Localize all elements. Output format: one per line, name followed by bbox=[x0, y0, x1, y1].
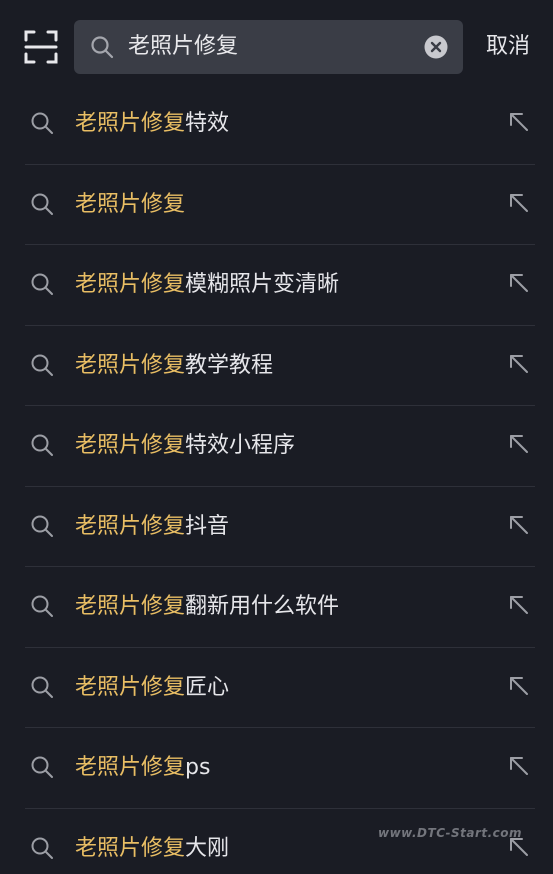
search-box[interactable] bbox=[74, 20, 463, 74]
suggestion-text: 老照片修复教学教程 bbox=[75, 348, 273, 384]
suggestion-text: 老照片修复特效小程序 bbox=[75, 428, 295, 464]
suggestion-text: 老照片修复 bbox=[75, 187, 185, 223]
suggestion-text: 老照片修复翻新用什么软件 bbox=[75, 589, 339, 625]
search-icon bbox=[30, 433, 54, 457]
suggestion-item[interactable]: 老照片修复 bbox=[0, 165, 553, 245]
suggestion-rest: 匠心 bbox=[185, 674, 230, 700]
suggestion-item[interactable]: 老照片修复匠心 bbox=[0, 648, 553, 728]
suggestion-list: 老照片修复特效 老照片修复 老照片修复模糊照片变清晰 老照片修复教学教程 老照片… bbox=[0, 84, 553, 874]
search-input[interactable] bbox=[128, 20, 408, 74]
suggestion-item[interactable]: 老照片修复特效 bbox=[0, 84, 553, 165]
arrow-up-left-icon[interactable] bbox=[506, 109, 532, 135]
search-header: 取消 bbox=[0, 0, 553, 96]
suggestion-item[interactable]: 老照片修复翻新用什么软件 bbox=[0, 567, 553, 648]
suggestion-item[interactable]: 老照片修复模糊照片变清晰 bbox=[0, 245, 553, 326]
suggestion-highlight: 老照片修复 bbox=[75, 272, 186, 297]
watermark: www.DTC-Start.com bbox=[378, 826, 523, 840]
suggestion-rest: ps bbox=[185, 755, 211, 780]
suggestion-item[interactable]: 老照片修复特效小程序 bbox=[0, 406, 553, 487]
search-screen: 取消 老照片修复特效 老照片修复 bbox=[0, 0, 553, 874]
suggestion-highlight: 老照片修复 bbox=[75, 835, 186, 861]
arrow-up-left-icon[interactable] bbox=[506, 673, 532, 699]
suggestion-text: 老照片修复模糊照片变清晰 bbox=[75, 267, 339, 303]
suggestion-highlight: 老照片修复 bbox=[75, 513, 186, 539]
suggestion-item[interactable]: 老照片修复抖音 bbox=[0, 487, 553, 567]
arrow-up-left-icon[interactable] bbox=[506, 431, 532, 457]
suggestion-highlight: 老照片修复 bbox=[75, 674, 186, 700]
suggestion-text: 老照片修复匠心 bbox=[75, 670, 229, 706]
suggestion-text: 老照片修复特效 bbox=[75, 106, 229, 142]
suggestion-item[interactable]: 老照片修复大刚 bbox=[0, 809, 553, 874]
suggestion-highlight: 老照片修复 bbox=[75, 111, 186, 136]
suggestion-text: 老照片修复抖音 bbox=[75, 509, 229, 545]
arrow-up-left-icon[interactable] bbox=[506, 753, 532, 779]
suggestion-rest: 抖音 bbox=[185, 513, 230, 539]
scan-icon[interactable] bbox=[24, 30, 58, 64]
search-icon bbox=[30, 594, 54, 618]
suggestion-highlight: 老照片修复 bbox=[75, 594, 186, 619]
suggestion-highlight: 老照片修复 bbox=[75, 755, 186, 780]
arrow-up-left-icon[interactable] bbox=[506, 351, 532, 377]
search-icon bbox=[30, 675, 54, 699]
arrow-up-left-icon[interactable] bbox=[506, 270, 532, 296]
cancel-button[interactable]: 取消 bbox=[486, 28, 530, 66]
suggestion-text: 老照片修复大刚 bbox=[75, 831, 229, 867]
suggestion-text: 老照片修复ps bbox=[75, 750, 210, 786]
search-icon bbox=[90, 35, 114, 59]
search-icon bbox=[30, 111, 54, 135]
search-icon bbox=[30, 272, 54, 296]
search-icon bbox=[30, 353, 54, 377]
search-icon bbox=[30, 192, 54, 216]
arrow-up-left-icon[interactable] bbox=[506, 592, 532, 618]
suggestion-highlight: 老照片修复 bbox=[75, 433, 186, 458]
search-icon bbox=[30, 514, 54, 538]
arrow-up-left-icon[interactable] bbox=[506, 512, 532, 538]
suggestion-rest: 大刚 bbox=[185, 835, 230, 861]
suggestion-rest: 特效 bbox=[185, 111, 230, 136]
suggestion-highlight: 老照片修复 bbox=[75, 191, 186, 217]
suggestion-rest: 特效小程序 bbox=[185, 433, 296, 458]
clear-icon[interactable] bbox=[424, 35, 448, 59]
search-icon bbox=[30, 755, 54, 779]
suggestion-highlight: 老照片修复 bbox=[75, 352, 186, 378]
suggestion-rest: 教学教程 bbox=[185, 352, 274, 378]
suggestion-rest: 翻新用什么软件 bbox=[185, 594, 340, 619]
suggestion-item[interactable]: 老照片修复教学教程 bbox=[0, 326, 553, 406]
suggestion-rest: 模糊照片变清晰 bbox=[185, 272, 340, 297]
suggestion-item[interactable]: 老照片修复ps bbox=[0, 728, 553, 809]
search-icon bbox=[30, 836, 54, 860]
arrow-up-left-icon[interactable] bbox=[506, 190, 532, 216]
